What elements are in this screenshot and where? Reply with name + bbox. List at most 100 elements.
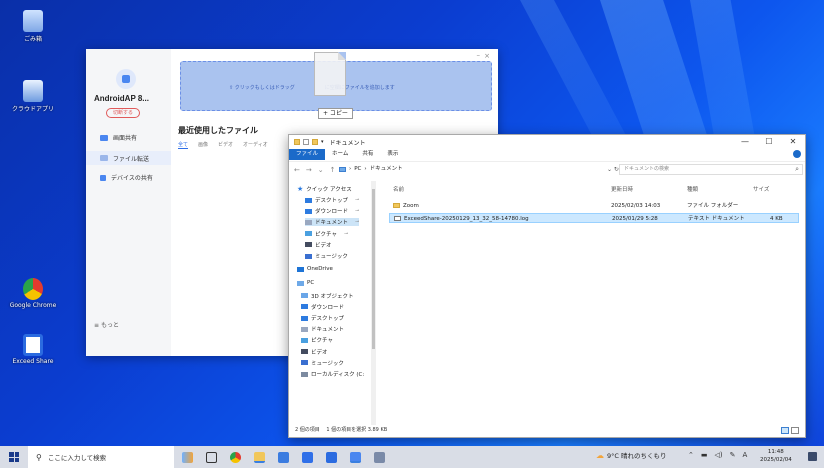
close-button[interactable]: × [484,52,490,60]
start-button[interactable] [0,446,28,468]
tree-item[interactable]: ビデオ [301,348,328,356]
tree-item[interactable]: ダウンロード ⊸ [305,207,359,215]
new-folder-icon[interactable] [312,139,318,145]
search-highlight-icon[interactable] [182,451,193,463]
chrome-icon[interactable] [230,451,241,463]
tree-item[interactable]: 3D オブジェクト [301,292,353,300]
tree-item[interactable]: ドキュメント [301,325,344,333]
refresh-icon[interactable]: ⌄ ↻ [607,166,619,173]
file-explorer-window: ▾ ドキュメント — ☐ ✕ ファイル ホーム 共有 表示 ← → ⌄ ↑ › … [288,134,806,438]
weather-text: 9°C 晴れのちくもり [607,452,667,460]
pin-icon: ⊸ [343,230,349,237]
tree-item[interactable]: ドキュメント ⊸ [305,218,360,227]
forward-icon[interactable]: → [306,166,312,174]
device-share-icon [100,174,106,181]
tree-item[interactable]: デスクトップ [301,314,344,322]
app-icon[interactable] [374,451,385,463]
qa-dropdown-icon[interactable]: ▾ [321,139,324,145]
file-row[interactable]: Zoom 2025/02/03 14:03 ファイル フォルダー [389,201,799,211]
app-sidebar: AndroidAP 8... 切断する 画面共有 ファイル転送 デバイスの共有 … [86,49,171,356]
help-icon[interactable] [793,150,801,158]
details-view-icon[interactable] [781,427,789,434]
minimize-button[interactable]: – [477,51,481,59]
tree-quick-access[interactable]: ★ クイック アクセス [297,185,352,193]
more-button[interactable]: ≡ もっと [94,320,119,329]
close-button[interactable]: ✕ [781,135,805,149]
up-icon[interactable]: ↑ [330,166,336,174]
recycle-bin-desktop-icon[interactable]: ごみ箱 [8,10,58,43]
mail-icon[interactable] [302,451,313,463]
back-icon[interactable]: ← [294,166,300,174]
file-type-text: テキスト ドキュメント [688,216,745,222]
scrollbar-thumb[interactable] [372,189,375,349]
nav-file-transfer[interactable]: ファイル転送 [86,151,171,165]
column-type[interactable]: 種類 [687,185,698,193]
search-input[interactable]: ドキュメントの検索 ⌕ [619,164,803,175]
file-date: 2025/01/29 5:28 [612,214,658,224]
ribbon-tab-home[interactable]: ホーム [325,149,355,160]
taskbar-search-box[interactable]: ⚲ ここに入力して検索 [28,446,174,468]
tree-item[interactable]: OneDrive [297,266,333,272]
ribbon-tab-file[interactable]: ファイル [289,149,326,160]
network-icon[interactable]: ▬ [701,451,708,459]
pen-icon[interactable]: ✎ [730,451,736,459]
tree-item[interactable]: ローカルディスク (C: [301,370,364,378]
file-transfer-icon [100,155,108,161]
show-hidden-icons-icon[interactable]: ⌃ [688,451,694,459]
store-icon[interactable] [278,451,289,463]
tab-audio[interactable]: オーディオ [243,141,268,149]
ime-icon[interactable]: A [743,451,748,459]
tree-item[interactable]: ピクチャ [301,336,333,344]
tree-item[interactable]: ダウンロード [301,303,344,311]
file-row[interactable]: ExceedShare-20250129_13_32_58-14780.log 2… [389,213,799,223]
tree-label: クイック アクセス [306,187,352,193]
recent-locations-icon[interactable]: ⌄ [318,166,324,174]
cloud-app-desktop-icon[interactable]: クラウドアプリ [8,80,58,113]
minimize-button[interactable]: — [733,135,757,149]
androidap-icon[interactable] [350,451,361,463]
tree-item[interactable]: ミュージック [301,359,344,367]
file-date: 2025/02/03 14:03 [611,201,660,211]
folder-icon [305,231,312,237]
volume-icon[interactable]: ◁) [715,451,723,459]
nav-screen-share[interactable]: 画面共有 [100,133,137,142]
clock[interactable]: 11:48 2025/02/04 [760,448,792,464]
tree-item[interactable]: ビデオ [305,241,332,249]
tab-video[interactable]: ビデオ [218,141,233,149]
column-name[interactable]: 名前 [393,185,404,193]
search-placeholder: ドキュメントの検索 [624,166,670,172]
breadcrumb-documents[interactable]: ドキュメント [370,164,403,175]
column-date[interactable]: 更新日時 [611,185,633,193]
properties-icon[interactable] [303,139,309,145]
file-type-text: ファイル フォルダー [687,203,739,209]
tree-item[interactable]: ピクチャ ⊸ [305,230,348,238]
ribbon-tab-view[interactable]: 表示 [380,149,405,160]
address-bar[interactable]: › PC › ドキュメント [339,164,603,175]
weather-widget[interactable]: ☁ 9°C 晴れのちくもり [596,450,667,461]
nav-arrows: ← → ⌄ ↑ [294,166,336,174]
task-view-icon[interactable] [206,451,217,463]
exceed-share-icon[interactable] [326,451,337,463]
tree-item[interactable]: デスクトップ ⊸ [305,196,359,204]
disconnect-button[interactable]: 切断する [106,108,141,118]
tree-label: ドキュメント [315,220,349,227]
windows-logo-icon [9,452,19,462]
tab-images[interactable]: 画像 [198,141,208,149]
search-icon: ⚲ [36,452,42,462]
large-icons-view-icon[interactable] [791,427,799,434]
search-icon: ⌕ [795,165,799,173]
file-explorer-icon[interactable] [254,451,265,463]
notification-icon[interactable] [808,452,817,461]
navigation-scrollbar[interactable] [371,181,376,425]
tree-item[interactable]: PC [297,280,314,286]
column-size[interactable]: サイズ [753,185,769,193]
nav-device-share[interactable]: デバイスの共有 [100,173,153,182]
tree-item[interactable]: ミュージック [305,252,348,260]
ribbon-tab-share[interactable]: 共有 [355,149,380,160]
maximize-button[interactable]: ☐ [757,135,781,149]
exceed-share-desktop-icon[interactable]: Exceed Share [8,334,58,365]
tab-all[interactable]: 全て [178,141,189,149]
nav-label: デバイスの共有 [111,175,153,182]
chrome-desktop-icon[interactable]: Google Chrome [8,278,58,309]
breadcrumb-pc[interactable]: PC [354,164,361,175]
